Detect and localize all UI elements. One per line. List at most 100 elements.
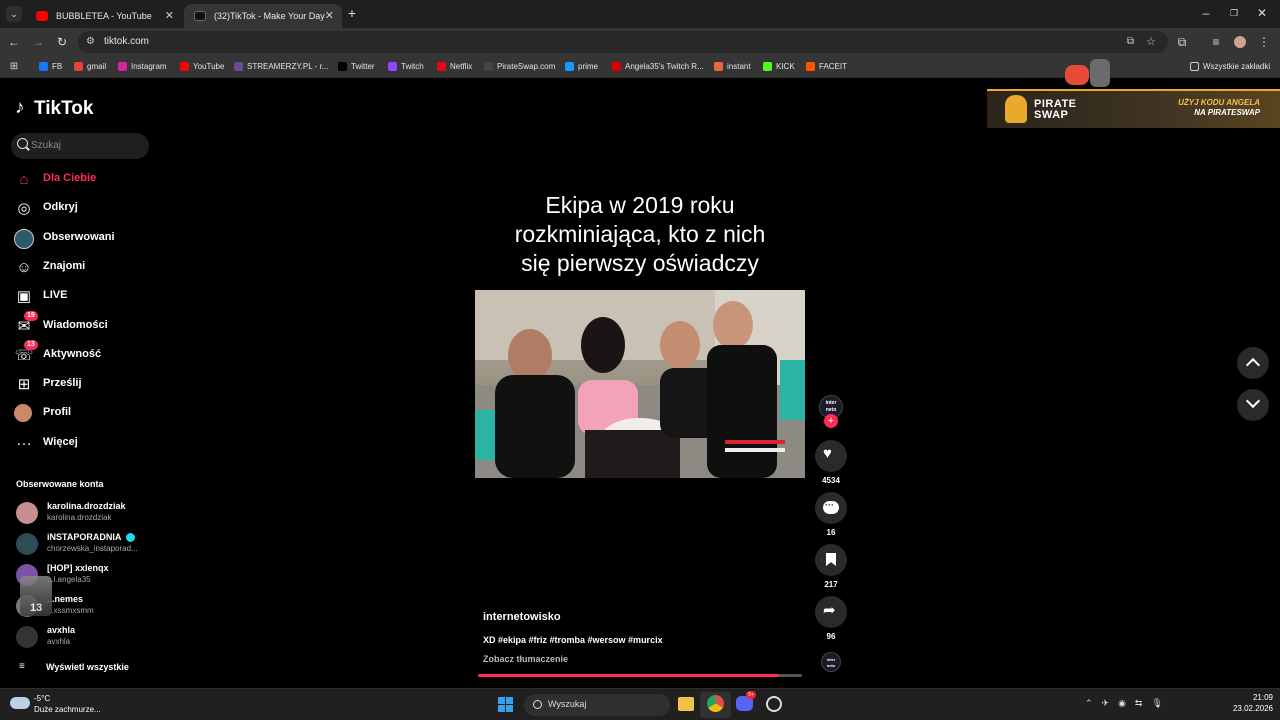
show-all-link[interactable]: ≡ Wyświetl wszystkie [16, 661, 156, 677]
translate-link[interactable]: Zobacz tłumaczenie [483, 654, 568, 664]
followed-account[interactable]: iNSTAPORADNIA chorzewska_instaporad... [16, 531, 151, 557]
file-explorer-icon[interactable] [678, 697, 694, 711]
sidebar-item-upload[interactable]: ⊞ Prześlij [14, 373, 154, 397]
bookmark-favicon-icon [806, 62, 815, 71]
comment-count: 16 [826, 528, 836, 537]
video-progress-track[interactable] [478, 674, 802, 677]
sidebar-item-label: Wiadomości [43, 318, 108, 331]
extensions-icon[interactable]: ⧉ [1174, 34, 1190, 50]
more-icon: ··· [16, 434, 32, 452]
video-caption-top: Ekipa w 2019 roku rozkminiająca, kto z n… [470, 191, 810, 278]
video-thumbnail-art [475, 290, 805, 478]
sidebar-item-following[interactable]: Obserwowani [14, 227, 154, 251]
clock[interactable]: 21:09 23.02.2026 [1225, 693, 1273, 713]
sidebar-item-activity[interactable]: ☏ 13 Aktywność [14, 339, 154, 368]
close-window-icon[interactable]: ✕ [1254, 5, 1270, 21]
profile-avatar-icon[interactable] [1232, 34, 1248, 50]
pirateswap-ad-banner[interactable]: PIRATE SWAP UŻYJ KODU ANGELA NA PIRATESW… [987, 89, 1280, 128]
reload-icon[interactable]: ↻ [54, 34, 70, 50]
like-button[interactable]: ♥ [815, 440, 847, 472]
bookmark-item[interactable]: YouTube [180, 56, 224, 78]
sidebar-item-label: LIVE [43, 289, 68, 302]
bookmark-item[interactable]: STREAMERZY.PL - r... [234, 56, 328, 78]
bookmark-favicon-icon [437, 62, 446, 71]
sidebar-item-messages[interactable]: ✉ 19 Wiadomości [14, 310, 154, 339]
sidebar-item-compass[interactable]: ◎ Odkryj [14, 197, 154, 221]
profile-icon [14, 404, 32, 423]
sidebar-item-friends[interactable]: ☺ Znajomi [14, 256, 154, 280]
close-icon[interactable]: ✕ [165, 4, 174, 28]
tab-list-icon[interactable]: ⌄ [6, 6, 22, 22]
video-progress-fill [478, 674, 780, 677]
bookmark-item[interactable]: Twitter [338, 56, 375, 78]
all-bookmarks-button[interactable]: Wszystkie zakładki [1190, 56, 1270, 78]
new-tab-button[interactable]: + [344, 5, 360, 21]
close-icon[interactable]: ✕ [325, 4, 334, 28]
tab-youtube[interactable]: BUBBLETEA - YouTube ✕ [26, 4, 182, 28]
save-button[interactable] [815, 544, 847, 576]
weather-widget[interactable]: -5°C Duże zachmurze... [10, 693, 120, 717]
start-button[interactable] [498, 697, 514, 713]
bookmark-item[interactable]: Netflix [437, 56, 472, 78]
video-hashtags[interactable]: XD #ekipa #friz #tromba #wersow #murcix [483, 635, 663, 645]
video-author[interactable]: internetowisko [483, 611, 561, 623]
music-disc[interactable]: inter neto [821, 652, 841, 672]
sidebar-item-profile[interactable]: Profil [14, 402, 154, 426]
sidebar-item-live[interactable]: ▣ LIVE [14, 285, 154, 309]
search-box[interactable]: Szukaj [11, 133, 149, 159]
site-info-icon[interactable]: ⚙ [86, 31, 95, 53]
tiktok-logo[interactable]: ♪ TikTok [15, 97, 105, 121]
bookmark-label: prime [578, 62, 599, 71]
comment-button[interactable]: ··· [815, 492, 847, 524]
minimize-icon[interactable]: – [1198, 5, 1214, 21]
share-button[interactable]: ➦ [815, 596, 847, 628]
sidebar-item-label: Dla Ciebie [43, 172, 97, 184]
share-icon: ➦ [823, 602, 836, 619]
tiktok-page: ♪ TikTok Szukaj ⌂ Dla Ciebie ◎ Odkryj Obserw… [0, 59, 1280, 688]
bookmark-item[interactable]: Twitch [388, 56, 424, 78]
bookmark-favicon-icon [234, 62, 243, 71]
account-handle: karolina.drozdziak [47, 513, 112, 522]
url-text: tiktok.com [104, 36, 150, 47]
restore-icon[interactable]: ❐ [1226, 5, 1242, 21]
previous-video-button[interactable] [1237, 347, 1269, 379]
address-bar[interactable]: ⚙ tiktok.com ⧉ ☆ [78, 31, 1168, 53]
clock-date: 23.02.2026 [1232, 704, 1273, 713]
forward-icon[interactable]: → [30, 34, 46, 50]
star-icon[interactable]: ☆ [1146, 31, 1156, 53]
bookmark-item[interactable]: Instagram [118, 56, 167, 78]
floating-avatar-bubble[interactable]: 13 [20, 576, 52, 616]
ad-brand-line2: SWAP [1034, 109, 1069, 121]
sidebar-item-home[interactable]: ⌂ Dla Ciebie [14, 168, 154, 192]
media-icon[interactable]: ≡ [1208, 34, 1224, 50]
sidebar-item-more[interactable]: ··· Więcej [14, 432, 154, 456]
bookmark-favicon-icon [180, 62, 189, 71]
followed-account[interactable]: avxhla avxhla [16, 624, 151, 650]
video-frame[interactable] [475, 290, 805, 478]
tray-icons[interactable]: ⌃✈◉⇆🎙 [1085, 698, 1221, 712]
sidebar-item-label: Więcej [43, 435, 78, 448]
bookmark-item[interactable]: PirateSwap.com [484, 56, 555, 78]
chevron-down-icon [1245, 393, 1261, 409]
heart-icon: ♥ [823, 445, 832, 462]
bookmark-item[interactable]: FACEIT [806, 56, 847, 78]
bookmark-favicon-icon [118, 62, 127, 71]
bookmark-item[interactable]: gmail [74, 56, 106, 78]
tab-tiktok[interactable]: (32)TikTok - Make Your Day ✕ [184, 4, 342, 28]
app-icon[interactable] [766, 696, 782, 712]
taskbar-search[interactable]: Wyszukaj [524, 694, 670, 716]
account-name: iNSTAPORADNIA [47, 532, 122, 542]
back-icon[interactable]: ← [6, 34, 22, 50]
bookmark-item[interactable]: instant [714, 56, 751, 78]
install-icon[interactable]: ⧉ [1127, 31, 1134, 53]
bookmark-item[interactable]: prime [565, 56, 598, 78]
followed-account[interactable]: karolina.drozdziak karolina.drozdziak [16, 500, 151, 526]
follow-plus-button[interactable]: + [824, 414, 838, 428]
apps-grid-icon[interactable]: ⊞ [6, 59, 22, 75]
next-video-button[interactable] [1237, 389, 1269, 421]
friends-icon: ☺ [16, 258, 32, 276]
bookmark-item[interactable]: Angela35's Twitch R... [612, 56, 704, 78]
menu-icon[interactable]: ⋮ [1256, 34, 1272, 50]
bookmark-item[interactable]: FB [39, 56, 62, 78]
bookmark-item[interactable]: KICK [763, 56, 795, 78]
